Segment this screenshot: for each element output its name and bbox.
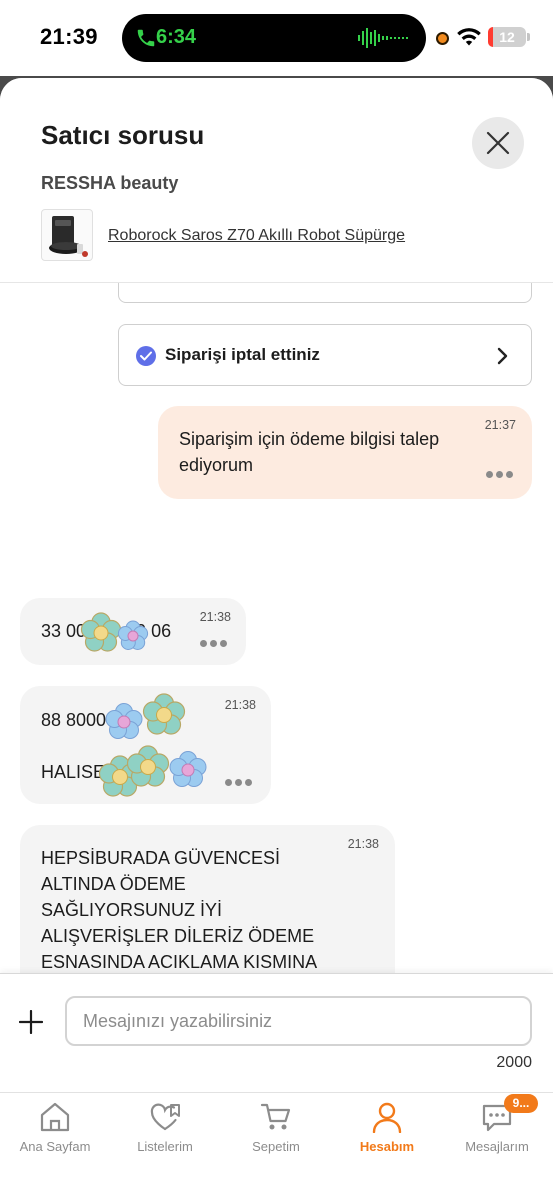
more-options-icon[interactable] <box>200 640 228 648</box>
check-circle-icon <box>136 346 156 366</box>
nav-item-cart[interactable]: Sepetim <box>221 1093 331 1173</box>
status-bar: 21:39 6:34 12 <box>0 0 553 76</box>
message-input[interactable] <box>65 996 532 1046</box>
call-duration: 6:34 <box>156 26 197 48</box>
audio-waveform-icon <box>358 28 408 48</box>
order-status-card[interactable] <box>118 283 532 303</box>
message-text: 88 8000 <box>41 710 107 730</box>
battery-cap <box>527 33 530 41</box>
battery-percent: 12 <box>499 29 515 45</box>
message-text: Siparişim için ödeme bilgisi talep ediyo… <box>179 429 440 475</box>
sheet-header: Satıcı sorusu RESSHA beauty Roborock Sar… <box>0 78 553 283</box>
message-composer: 2000 <box>0 973 553 1093</box>
nav-item-account[interactable]: Hesabım <box>332 1093 442 1173</box>
close-button[interactable] <box>472 117 524 169</box>
nav-label: Listelerim <box>137 1139 193 1154</box>
home-icon <box>40 1102 70 1132</box>
flower-sticker <box>142 693 186 735</box>
nav-item-messages[interactable]: 9... Mesajlarım <box>442 1093 552 1173</box>
cart-icon <box>260 1103 291 1130</box>
flower-sticker <box>126 745 170 787</box>
more-options-icon[interactable] <box>225 779 253 787</box>
plus-icon[interactable] <box>19 1010 43 1034</box>
message-time: 21:38 <box>347 837 379 851</box>
message-time: 21:38 <box>199 610 231 624</box>
nav-label: Sepetim <box>252 1139 300 1154</box>
flower-sticker <box>105 703 143 739</box>
product-thumbnail[interactable] <box>41 209 93 261</box>
outgoing-message[interactable]: 21:37 Siparişim için ödeme bilgisi talep… <box>158 406 532 499</box>
wifi-icon <box>457 28 481 46</box>
message-time: 21:38 <box>224 698 256 712</box>
unread-badge: 9... <box>504 1094 538 1113</box>
account-icon <box>372 1102 402 1133</box>
order-status-card[interactable]: Siparişi iptal ettiniz <box>118 324 532 386</box>
bottom-navigation: Ana Sayfam Listelerim Sepetim Hesabım 9.… <box>0 1092 553 1200</box>
order-status-text: Siparişi iptal ettiniz <box>165 345 320 364</box>
chevron-right-icon <box>497 347 508 365</box>
flower-sticker <box>117 620 149 650</box>
message-time: 21:37 <box>484 418 516 432</box>
close-icon <box>486 131 510 155</box>
nav-item-home[interactable]: Ana Sayfam <box>0 1093 110 1173</box>
phone-call-icon <box>137 29 155 47</box>
character-limit: 2000 <box>496 1054 532 1071</box>
nav-label: Mesajlarım <box>465 1139 529 1154</box>
heart-list-icon <box>150 1103 180 1131</box>
nav-label: Ana Sayfam <box>19 1139 91 1154</box>
seller-name: RESSHA beauty <box>41 173 179 193</box>
chat-thread[interactable]: Siparişi iptal ettiniz 21:37 Siparişim i… <box>0 283 553 973</box>
flower-sticker <box>169 751 207 787</box>
product-link[interactable]: Roborock Saros Z70 Akıllı Robot Süpürge <box>108 227 405 245</box>
recording-indicator-icon <box>436 32 449 45</box>
battery-icon: 12 <box>488 27 526 47</box>
robot-vacuum-image <box>49 216 88 257</box>
nav-label: Hesabım <box>359 1139 415 1154</box>
more-options-icon[interactable] <box>486 471 514 479</box>
seller-question-sheet: Satıcı sorusu RESSHA beauty Roborock Sar… <box>0 78 553 1200</box>
message-text: HALISE <box>41 762 106 782</box>
status-clock: 21:39 <box>40 24 98 49</box>
message-text: HEPSİBURADA GÜVENCESİ ALTINDA ÖDEME SAĞL… <box>41 848 317 972</box>
page-title: Satıcı sorusu <box>41 120 205 150</box>
nav-item-lists[interactable]: Listelerim <box>110 1093 220 1173</box>
dynamic-island[interactable]: 6:34 <box>122 14 426 62</box>
incoming-message[interactable]: 21:38 HEPSİBURADA GÜVENCESİ ALTINDA ÖDEM… <box>20 825 395 973</box>
